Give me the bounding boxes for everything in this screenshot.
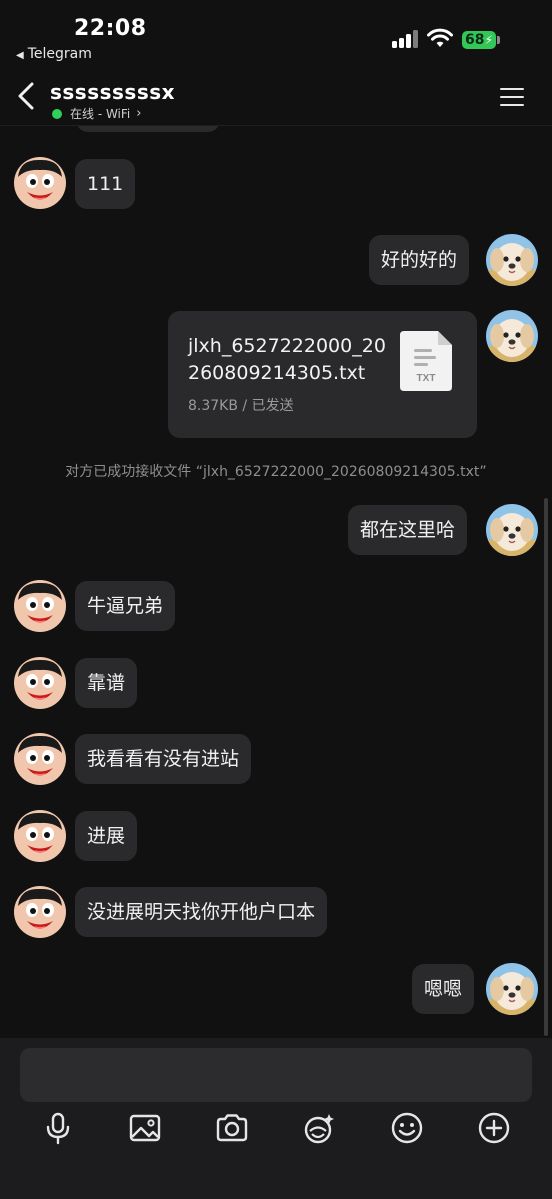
battery-tip <box>497 36 500 44</box>
message-bubble[interactable]: 我看看有没有进站 <box>75 734 252 784</box>
chevron-right-icon: › <box>136 106 142 121</box>
message-bubble[interactable]: 牛逼兄弟 <box>75 581 176 631</box>
scrollbar[interactable] <box>544 498 548 1036</box>
message-bubble[interactable]: 好的好的 <box>369 235 470 285</box>
contact-avatar[interactable] <box>14 157 66 209</box>
cellular-signal-icon <box>392 30 418 48</box>
plus-icon[interactable] <box>476 1110 512 1146</box>
back-app-label: Telegram <box>27 46 92 62</box>
contact-avatar[interactable] <box>14 657 66 709</box>
message-input[interactable] <box>20 1048 532 1102</box>
message-bubble[interactable]: 靠谱 <box>75 658 138 708</box>
sticker-icon[interactable] <box>301 1110 337 1146</box>
back-triangle-icon: ◀ <box>16 50 24 61</box>
message-bubble-partial <box>76 126 220 132</box>
wifi-icon <box>427 28 453 47</box>
presence-status[interactable]: 在线 - WiFi › <box>52 105 141 122</box>
status-bar: 22:08 ◀ Telegram 68 ⚡ <box>0 0 552 66</box>
contact-avatar[interactable] <box>14 733 66 785</box>
microphone-icon[interactable] <box>40 1110 76 1146</box>
system-notice: 对方已成功接收文件 “jlxh_6527222000_2026080921430… <box>65 464 487 480</box>
message-bubble[interactable]: 都在这里哈 <box>348 505 468 555</box>
composer-bar <box>0 1038 552 1199</box>
message-bubble[interactable]: 嗯嗯 <box>412 964 475 1014</box>
message-bubble[interactable]: 没进展明天找你开他户口本 <box>75 887 328 937</box>
image-icon[interactable] <box>127 1110 163 1146</box>
file-ext-label: TXT <box>417 373 436 384</box>
back-chevron-icon[interactable] <box>14 80 40 112</box>
emoji-icon[interactable] <box>389 1110 425 1146</box>
txt-file-icon: TXT <box>400 331 452 391</box>
my-avatar[interactable] <box>486 963 538 1015</box>
my-avatar[interactable] <box>486 504 538 556</box>
message-bubble[interactable]: 111 <box>75 159 136 209</box>
chat-header: sssssssssx 在线 - WiFi › <box>0 66 552 126</box>
battery-icon: 68 ⚡ <box>462 31 496 49</box>
battery-level: 68 <box>465 32 485 48</box>
my-avatar[interactable] <box>486 234 538 286</box>
charging-bolt-icon: ⚡ <box>484 33 493 47</box>
message-bubble[interactable]: 进展 <box>75 811 138 861</box>
online-dot-icon <box>52 108 62 119</box>
camera-icon[interactable] <box>214 1110 250 1146</box>
status-time: 22:08 <box>74 16 147 41</box>
presence-label: 在线 - WiFi <box>70 107 131 121</box>
contact-avatar[interactable] <box>14 886 66 938</box>
file-message-card[interactable]: jlxh_6527222000_20260809214305.txt 8.37K… <box>168 311 477 438</box>
file-name: jlxh_6527222000_20260809214305.txt <box>188 335 386 384</box>
menu-icon[interactable] <box>500 88 526 108</box>
my-avatar[interactable] <box>486 310 538 362</box>
contact-avatar[interactable] <box>14 580 66 632</box>
contact-avatar[interactable] <box>14 810 66 862</box>
file-meta: 8.37KB / 已发送 <box>188 398 294 414</box>
back-to-app-link[interactable]: ◀ Telegram <box>16 46 92 62</box>
contact-name[interactable]: sssssssssx <box>50 80 175 104</box>
message-list[interactable]: 111 好的好的 jlxh_6527222000_20260809214305.… <box>0 126 552 1038</box>
